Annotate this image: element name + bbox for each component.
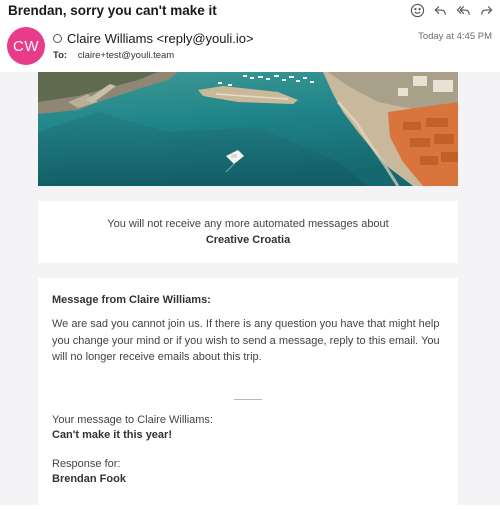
your-message-label: Your message to Claire Williams: [52, 413, 213, 426]
sender-name[interactable]: Claire Williams <reply@youli.io> [67, 31, 254, 46]
message-card: Message from Claire Williams: We are sad… [38, 278, 458, 510]
email-subject: Brendan, sorry you can't make it [8, 3, 217, 18]
status-dot-icon[interactable] [53, 34, 62, 43]
message-body: We are sad you cannot join us. If there … [52, 318, 440, 363]
to-label: To: [53, 50, 68, 61]
timestamp: Today at 4:45 PM [418, 31, 492, 42]
emoji-button[interactable] [409, 2, 425, 18]
reply-icon [434, 5, 446, 15]
reply-all-icon [456, 5, 470, 15]
recipient-row: To: claire+test@youli.team [53, 50, 174, 61]
notice-text: You will not receive any more automated … [107, 218, 389, 230]
your-message-value: Can't make it this year! [52, 428, 172, 441]
response-name: Brendan Fook [52, 472, 126, 485]
unsubscribe-notice: You will not receive any more automated … [38, 201, 458, 263]
forward-icon [480, 5, 492, 15]
sender-avatar: CW [7, 27, 45, 65]
reply-button[interactable] [432, 2, 448, 18]
forward-button[interactable] [478, 2, 494, 18]
from-row: Claire Williams <reply@youli.io> [53, 31, 254, 46]
coastline-photo [38, 72, 458, 186]
message-heading: Message from Claire Williams: [52, 294, 211, 306]
divider [234, 398, 262, 400]
email-header: Brendan, sorry you can't make it CW Clai… [0, 0, 500, 72]
message-actions [409, 2, 494, 18]
response-label: Response for: [52, 457, 121, 470]
emoji-icon [410, 3, 424, 17]
recipient-address[interactable]: claire+test@youli.team [78, 50, 175, 61]
trip-name: Creative Croatia [205, 234, 291, 246]
hero-image [38, 72, 458, 186]
reply-all-button[interactable] [455, 2, 471, 18]
email-body: You will not receive any more automated … [0, 72, 500, 510]
